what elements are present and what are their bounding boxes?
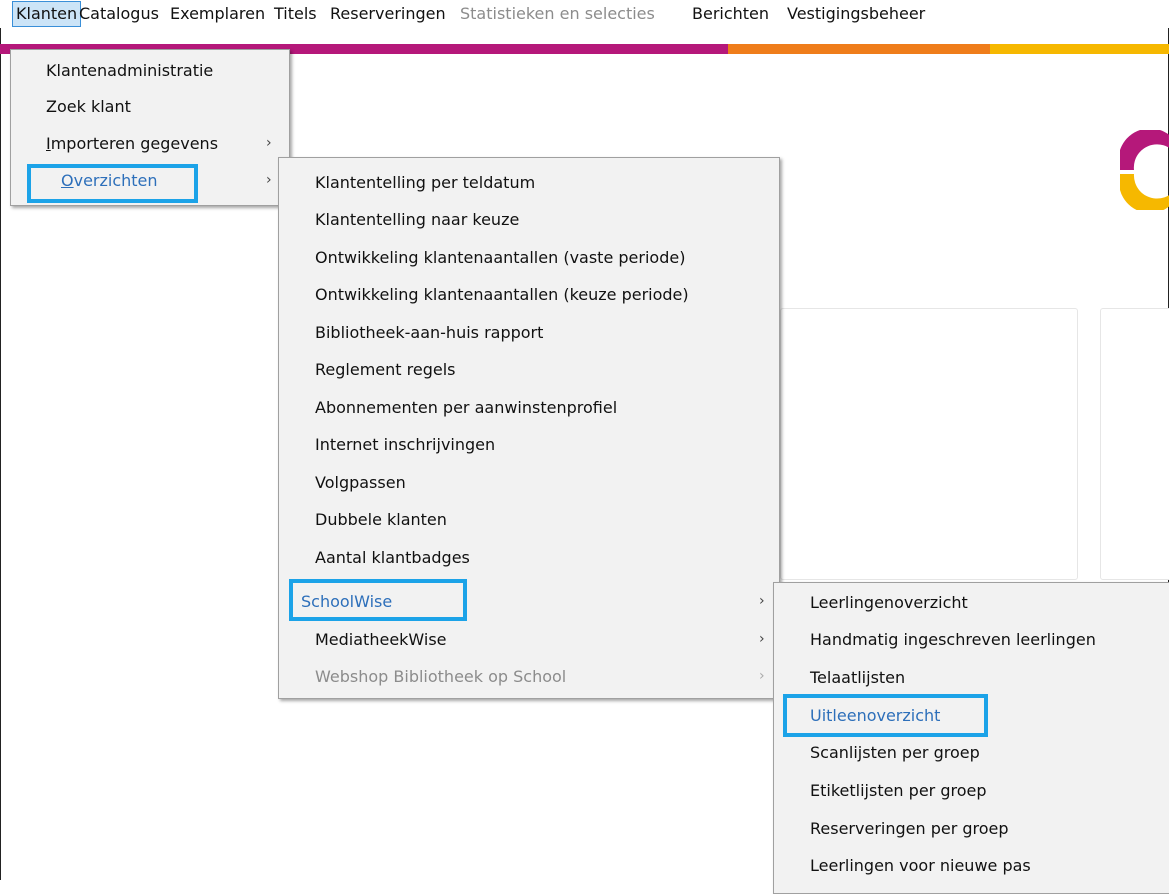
dashboard-panel-1 — [780, 308, 1078, 580]
menu-item-scanlijsten[interactable]: Scanlijsten per groep — [774, 734, 1169, 771]
menu-item-leerlingen-nieuwe-pas[interactable]: Leerlingen voor nieuwe pas — [774, 847, 1169, 884]
menu-catalogus[interactable]: Catalogus — [79, 0, 159, 28]
menu-item-label: Reglement regels — [315, 360, 456, 379]
menu-item-label: Abonnementen per aanwinstenprofiel — [315, 398, 618, 417]
chevron-right-icon: › — [759, 668, 765, 684]
highlight-overzichten — [27, 164, 198, 203]
menu-item-handmatig-ingeschreven[interactable]: Handmatig ingeschreven leerlingen — [774, 621, 1169, 658]
schoolwise-menu: Leerlingenoverzicht Handmatig ingeschrev… — [773, 582, 1169, 894]
menu-item-label: Aantal klantbadges — [315, 548, 470, 567]
menu-item-label: MediatheekWise — [315, 630, 447, 649]
chevron-right-icon: › — [266, 135, 272, 151]
menu-item-label: Klantenadministratie — [46, 61, 214, 80]
menu-titels[interactable]: Titels — [274, 0, 317, 28]
menu-item-bibliotheek-aan-huis[interactable]: Bibliotheek-aan-huis rapport — [279, 314, 779, 351]
menu-item-klantentelling-keuze[interactable]: Klantentelling naar keuze — [279, 201, 779, 238]
highlight-uitleenoverzicht — [783, 694, 988, 737]
menu-item-label: Scanlijsten per groep — [810, 743, 980, 762]
menu-item-label: Etiketlijsten per groep — [810, 781, 987, 800]
dashboard-panel-2 — [1100, 308, 1169, 580]
menu-item-label: Dubbele klanten — [315, 510, 447, 529]
menu-item-zoek-klant[interactable]: Zoek klant — [11, 88, 289, 125]
menu-item-label: Ontwikkeling klantenaantallen (vaste per… — [315, 248, 686, 267]
menu-item-label: Bibliotheek-aan-huis rapport — [315, 323, 544, 342]
menu-item-label: Volgpassen — [315, 473, 406, 492]
menu-item-label: Leerlingenoverzicht — [810, 593, 968, 612]
menu-item-label: Internet inschrijvingen — [315, 435, 496, 454]
menu-item-reglement-regels[interactable]: Reglement regels — [279, 351, 779, 388]
menu-item-label: Telaatlijsten — [810, 668, 906, 687]
menu-item-klantenadministratie[interactable]: Klantenadministratie — [11, 52, 289, 89]
menu-item-label: Ontwikkeling klantenaantallen (keuze per… — [315, 285, 689, 304]
menu-item-label: Importeren gegevens — [46, 134, 219, 153]
menu-item-volgpassen[interactable]: Volgpassen — [279, 464, 779, 501]
menu-reserveringen[interactable]: Reserveringen — [330, 0, 446, 28]
menu-exemplaren[interactable]: Exemplaren — [170, 0, 265, 28]
menu-vestigingsbeheer[interactable]: Vestigingsbeheer — [787, 0, 925, 28]
chevron-right-icon: › — [759, 631, 765, 647]
menu-item-ontwikkeling-vaste[interactable]: Ontwikkeling klantenaantallen (vaste per… — [279, 239, 779, 276]
menu-item-klantentelling-teldatum[interactable]: Klantentelling per teldatum — [279, 164, 779, 201]
menu-item-webshop-bos: Webshop Bibliotheek op School › — [279, 658, 779, 695]
menu-item-abonnementen[interactable]: Abonnementen per aanwinstenprofiel — [279, 389, 779, 426]
highlight-schoolwise — [289, 579, 467, 621]
menu-berichten[interactable]: Berichten — [692, 0, 769, 28]
menu-statistieken: Statistieken en selecties — [460, 4, 655, 23]
menu-item-ontwikkeling-keuze[interactable]: Ontwikkeling klantenaantallen (keuze per… — [279, 276, 779, 313]
menu-item-dubbele-klanten[interactable]: Dubbele klanten — [279, 501, 779, 538]
menu-item-label: Klantentelling naar keuze — [315, 210, 520, 229]
menu-item-etiketlijsten[interactable]: Etiketlijsten per groep — [774, 772, 1169, 809]
menu-item-label: Leerlingen voor nieuwe pas — [810, 856, 1031, 875]
menu-item-telaatlijsten[interactable]: Telaatlijsten — [774, 659, 1169, 696]
menu-item-label: Reserveringen per groep — [810, 819, 1009, 838]
menu-item-leerlingenoverzicht[interactable]: Leerlingenoverzicht — [774, 584, 1169, 621]
menu-item-importeren-gegevens[interactable]: Importeren gegevens › — [11, 125, 289, 162]
menu-item-reserveringen-per-groep[interactable]: Reserveringen per groep — [774, 810, 1169, 847]
menu-item-internet-inschrijvingen[interactable]: Internet inschrijvingen — [279, 426, 779, 463]
menu-item-label: Handmatig ingeschreven leerlingen — [810, 630, 1096, 649]
menu-item-mediatheekwise[interactable]: MediatheekWise › — [279, 621, 779, 658]
brand-logo-icon — [1120, 130, 1169, 210]
menu-item-aantal-klantbadges[interactable]: Aantal klantbadges — [279, 539, 779, 576]
chevron-right-icon: › — [266, 172, 272, 188]
menu-klanten[interactable]: Klanten — [12, 1, 82, 27]
menu-item-label: Klantentelling per teldatum — [315, 173, 536, 192]
menu-item-label: Webshop Bibliotheek op School — [315, 667, 567, 686]
chevron-right-icon: › — [759, 593, 765, 609]
menu-bar: Klanten Catalogus Exemplaren Titels Rese… — [0, 0, 1169, 28]
menu-item-label: Zoek klant — [46, 97, 131, 116]
